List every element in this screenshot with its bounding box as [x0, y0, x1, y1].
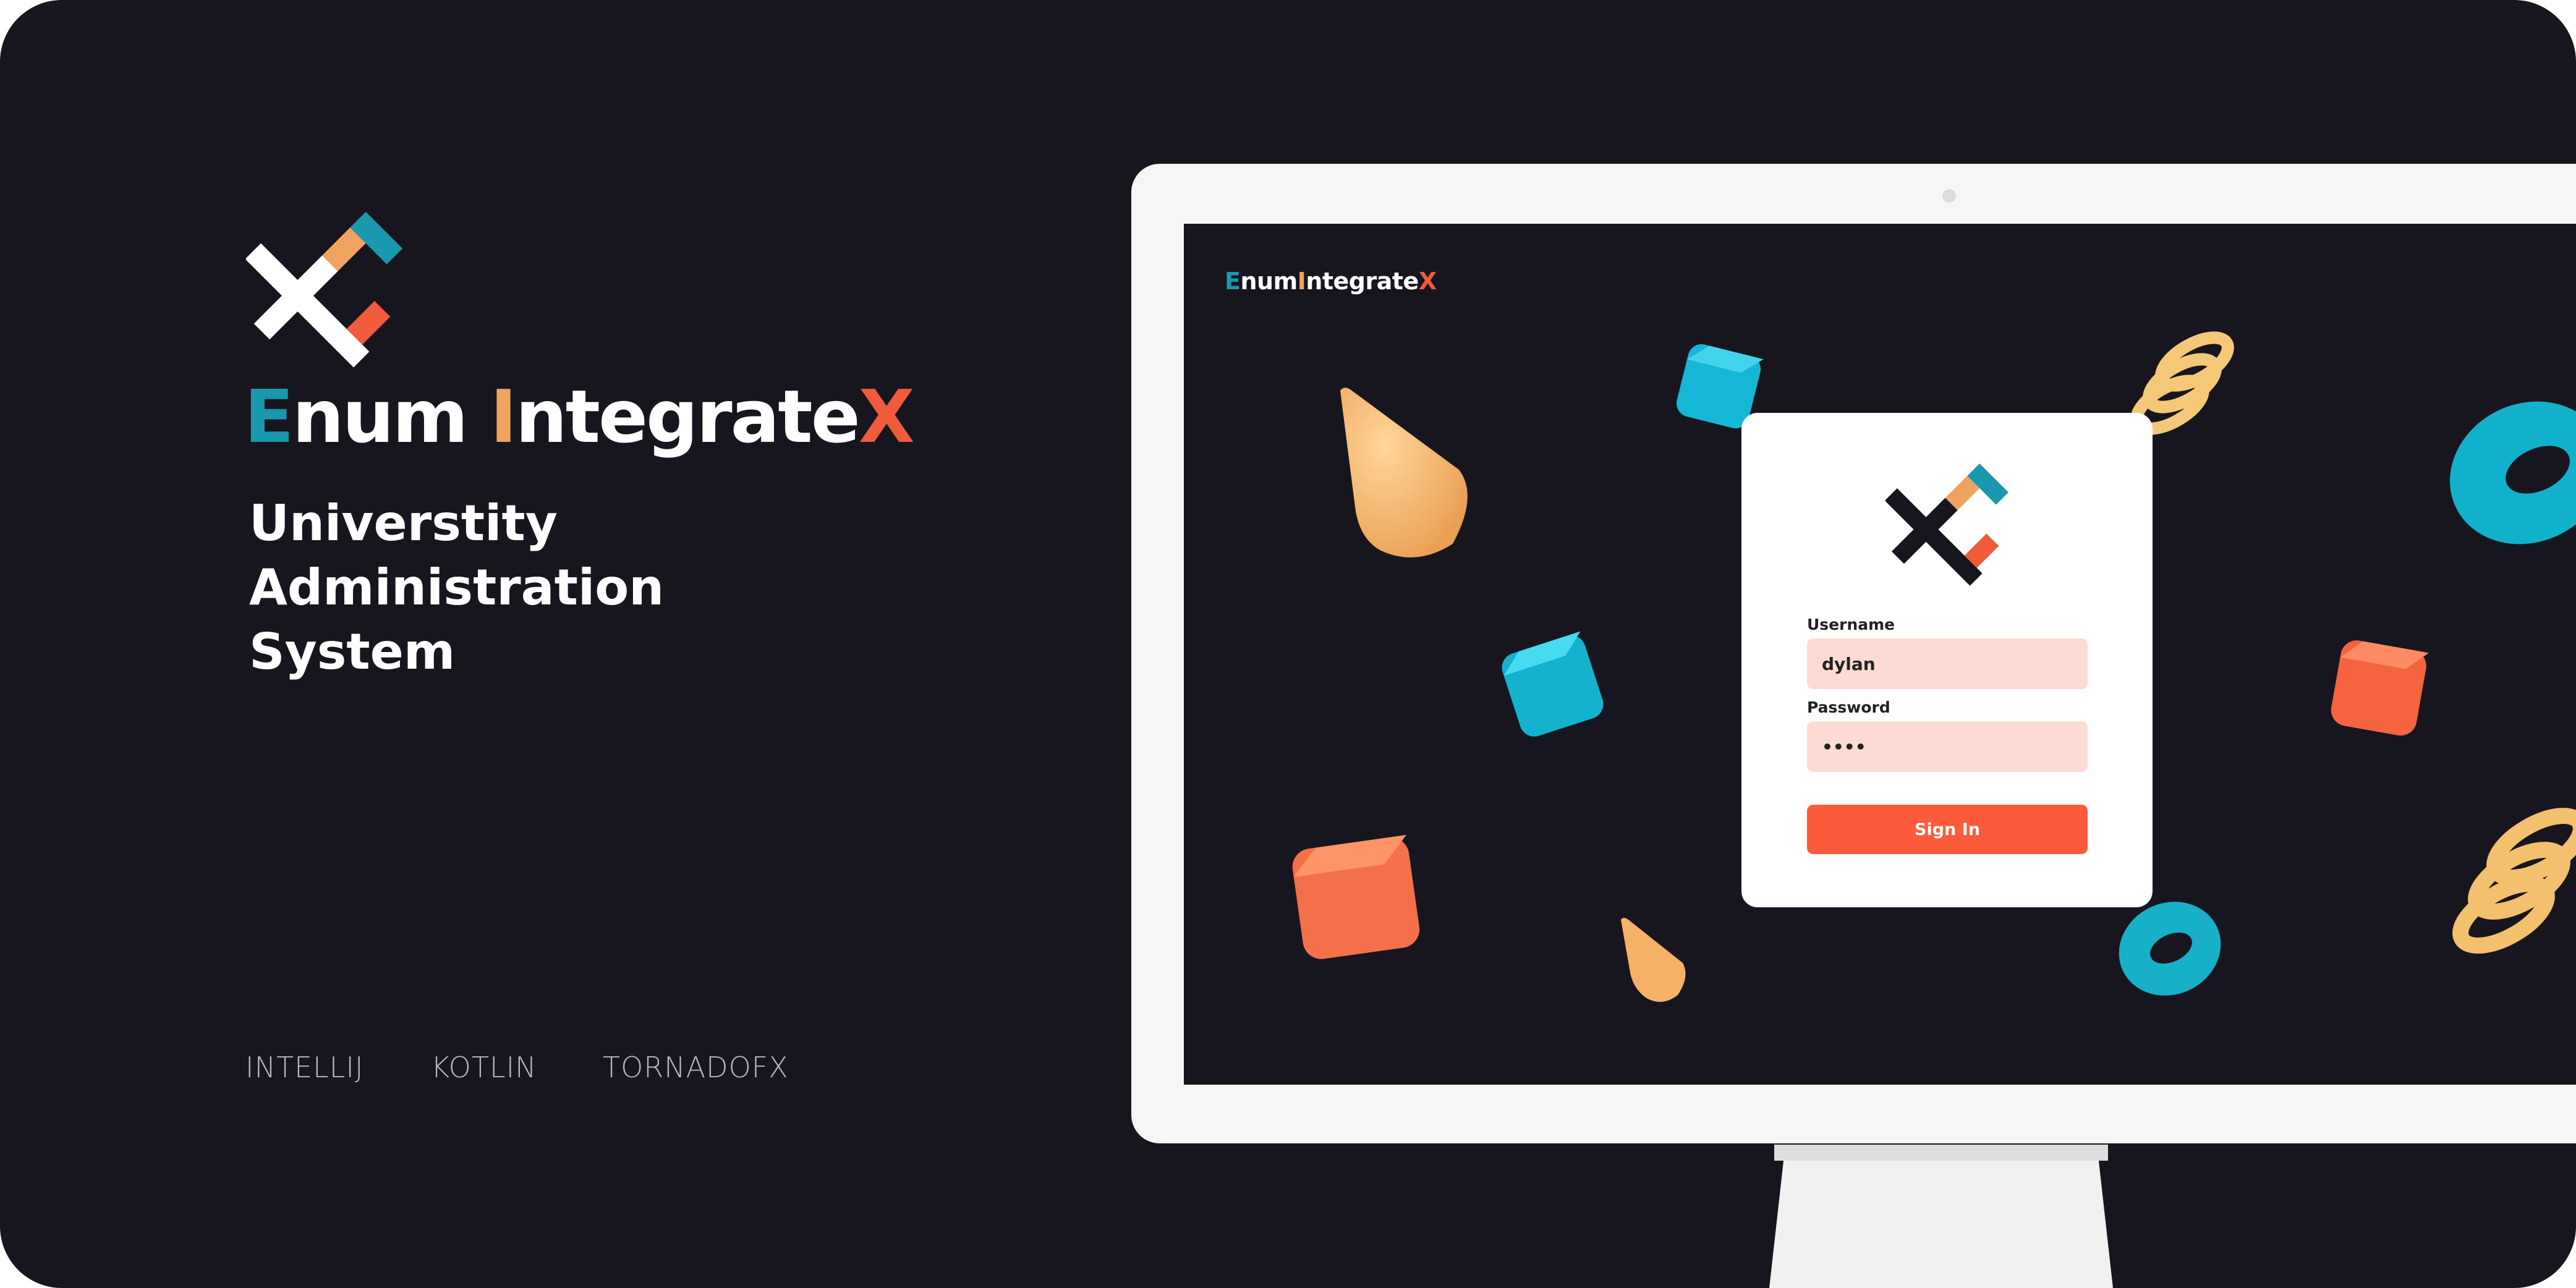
brand-title-e: E [244, 374, 294, 459]
tech-intellij: INTELLIJ [245, 1051, 364, 1084]
tech-tornadofx: TORNADOFX [603, 1051, 789, 1084]
cube-shape [2331, 640, 2429, 736]
brand-title-x: X [858, 374, 915, 459]
cone-shape [1621, 918, 1686, 1002]
enum-integratex-logo [246, 211, 403, 368]
monitor-stand-shadow [1774, 1145, 2108, 1161]
username-label: Username [1807, 616, 1895, 633]
app-title-num: num [1240, 268, 1298, 295]
username-input[interactable] [1807, 638, 2088, 689]
tech-kotlin: KOTLIN [431, 1051, 537, 1084]
brand-subtitle: Universtity Administration System [249, 491, 929, 684]
app-title-e: E [1225, 268, 1241, 295]
cube-shape [1292, 834, 1420, 959]
app-title-ntegrate: ntegrate [1306, 268, 1419, 295]
brand-title-i: I [490, 374, 517, 459]
presentation-canvas: Enum IntegrateX Universtity Administrati… [0, 0, 2576, 1288]
cone-shape [1340, 388, 1468, 557]
sign-in-button[interactable]: Sign In [1807, 805, 2088, 854]
app-title-x: X [1418, 268, 1437, 295]
monitor-camera [1942, 189, 1956, 203]
monitor-stand [1768, 1145, 2114, 1288]
cube-shape [1502, 631, 1604, 737]
brand-title: Enum IntegrateX [244, 380, 915, 453]
brand-title-num: num [292, 374, 490, 459]
password-input[interactable] [1807, 721, 2088, 772]
spring-shape [2452, 808, 2576, 954]
torus-shape [2119, 902, 2221, 996]
torus-shape [2450, 401, 2576, 544]
subtitle-line-2: System [249, 623, 456, 680]
brand-title-ntegrate: ntegrate [515, 374, 861, 459]
enum-integratex-logo [1885, 463, 2009, 586]
subtitle-line-1: Universtity Administration [249, 494, 665, 616]
app-title-i: I [1297, 268, 1306, 295]
app-header-title: EnumIntegrateX [1225, 268, 1437, 295]
password-label: Password [1807, 698, 1890, 716]
